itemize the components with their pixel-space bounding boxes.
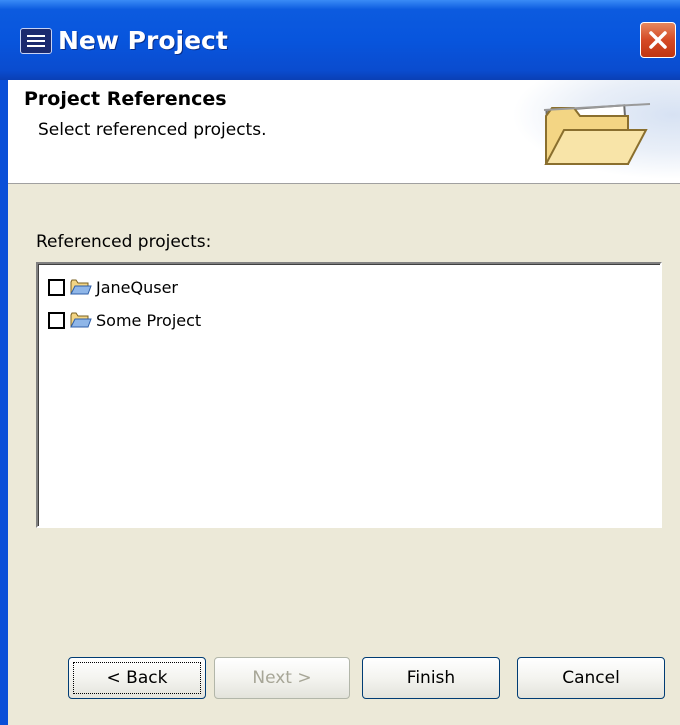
new-project-dialog: New Project Project References Select re… bbox=[0, 0, 680, 725]
wizard-header: Project References Select referenced pro… bbox=[8, 80, 680, 184]
eclipse-icon bbox=[20, 28, 52, 54]
referenced-projects-label: Referenced projects: bbox=[36, 232, 211, 252]
next-button[interactable]: Next > bbox=[214, 657, 350, 699]
back-button[interactable]: < Back bbox=[68, 657, 206, 699]
window-title: New Project bbox=[58, 26, 228, 55]
cancel-button[interactable]: Cancel bbox=[517, 657, 665, 699]
project-label: JaneQuser bbox=[96, 277, 178, 297]
close-button[interactable] bbox=[640, 22, 676, 58]
project-checkbox[interactable] bbox=[48, 311, 65, 329]
page-subtitle: Select referenced projects. bbox=[38, 120, 267, 140]
page-title: Project References bbox=[24, 88, 227, 110]
projects-tree[interactable]: JaneQuser Some Project bbox=[36, 262, 662, 528]
project-row-some-project[interactable]: Some Project bbox=[48, 307, 201, 333]
project-label: Some Project bbox=[96, 310, 202, 330]
finish-button[interactable]: Finish bbox=[362, 657, 500, 699]
back-button-label: < Back bbox=[73, 662, 201, 694]
cancel-button-label: Cancel bbox=[562, 668, 620, 688]
folder-icon bbox=[70, 312, 92, 328]
close-x-icon bbox=[649, 31, 667, 49]
title-bar[interactable]: New Project bbox=[0, 0, 680, 80]
project-row-janequser[interactable]: JaneQuser bbox=[48, 274, 178, 300]
referenced-projects-text: Referenced projects: bbox=[36, 232, 212, 252]
finish-button-label: Finish bbox=[406, 668, 456, 688]
open-folder-icon bbox=[543, 103, 651, 165]
next-button-label: Next > bbox=[252, 668, 312, 688]
project-checkbox[interactable] bbox=[48, 278, 65, 296]
folder-icon bbox=[70, 279, 92, 295]
dialog-client-area: Project References Select referenced pro… bbox=[8, 80, 680, 725]
